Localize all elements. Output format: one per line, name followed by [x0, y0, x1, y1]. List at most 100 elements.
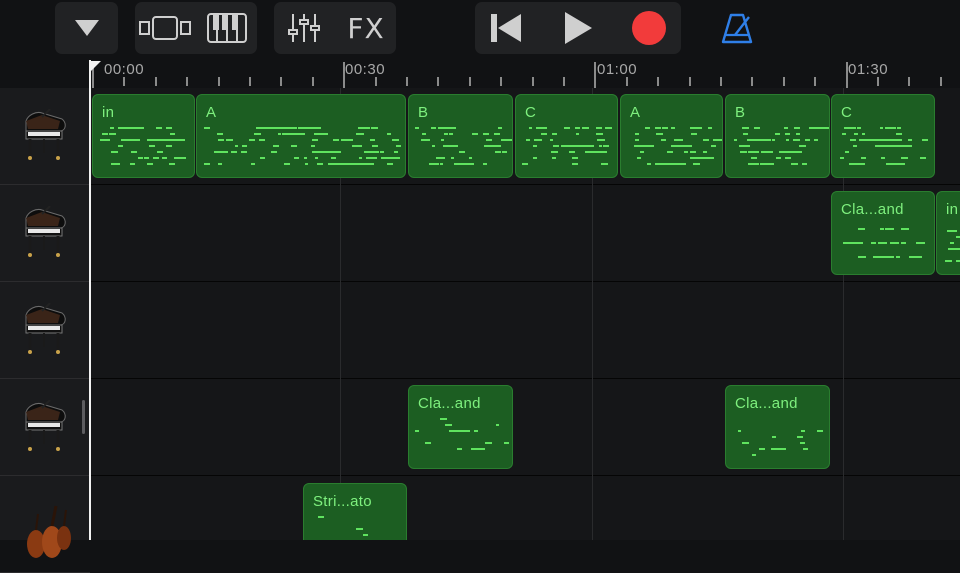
midi-note: [890, 242, 899, 244]
midi-note: [429, 163, 437, 165]
midi-note: [639, 151, 645, 153]
midi-note: [861, 157, 866, 159]
midi-region[interactable]: C: [515, 94, 618, 178]
skip-back-icon: [491, 14, 521, 42]
midi-note: [254, 133, 261, 135]
midi-note: [669, 163, 674, 165]
midi-region[interactable]: Cla...and: [408, 385, 513, 469]
browser-dropdown-button[interactable]: [55, 2, 118, 54]
midi-note: [907, 139, 912, 141]
midi-region[interactable]: Cla...and: [831, 191, 935, 275]
midi-region[interactable]: in: [92, 94, 195, 178]
ruler-tick: [625, 77, 628, 86]
midi-region[interactable]: Cla...and: [725, 385, 830, 469]
track-header-5[interactable]: [0, 476, 90, 573]
midi-note: [203, 163, 210, 165]
midi-region[interactable]: C: [831, 94, 935, 178]
mixer-button[interactable]: [274, 2, 334, 54]
midi-note: [291, 145, 298, 147]
midi-note: [674, 139, 678, 141]
midi-note: [760, 163, 775, 165]
midi-note: [752, 454, 756, 456]
track-header-1[interactable]: [0, 88, 90, 185]
midi-note: [533, 145, 538, 147]
midi-region[interactable]: Stri...ato: [303, 483, 407, 540]
midi-note: [752, 163, 760, 165]
midi-note: [415, 127, 419, 129]
track-lane-3[interactable]: [90, 282, 960, 380]
midi-note: [303, 157, 308, 159]
header-resize-handle[interactable]: [82, 400, 85, 434]
midi-note: [441, 139, 445, 141]
midi-note: [293, 157, 299, 159]
midi-note: [583, 145, 595, 147]
midi-note: [759, 448, 765, 450]
midi-note: [445, 424, 452, 426]
play-button[interactable]: [545, 2, 611, 54]
go-to-beginning-button[interactable]: [475, 2, 537, 54]
grand-piano-icon: [25, 206, 66, 257]
ruler-tick: [249, 77, 251, 86]
track-header-4[interactable]: [0, 379, 90, 476]
midi-note: [469, 157, 473, 159]
midi-note: [321, 133, 328, 135]
midi-note: [379, 151, 384, 153]
midi-note: [241, 151, 247, 153]
track-lane-2[interactable]: [90, 185, 960, 283]
midi-note: [137, 157, 143, 159]
midi-note: [601, 163, 608, 165]
region-name: A: [630, 104, 641, 121]
tracks-view-button[interactable]: [135, 2, 195, 54]
midi-region[interactable]: in: [936, 191, 960, 275]
midi-note: [848, 127, 856, 129]
midi-note: [804, 139, 810, 141]
region-name: Cla...and: [735, 395, 798, 412]
playhead-handle[interactable]: [89, 61, 101, 73]
midi-note: [226, 139, 234, 141]
midi-note: [473, 430, 478, 432]
ruler-tick: [374, 77, 377, 86]
midi-region[interactable]: B: [408, 94, 513, 178]
midi-note: [532, 157, 537, 159]
midi-region[interactable]: A: [620, 94, 723, 178]
midi-note: [146, 163, 153, 165]
ruler-tick: [657, 77, 660, 86]
midi-note: [317, 516, 325, 518]
midi-note: [582, 127, 586, 129]
midi-note: [270, 151, 277, 153]
midi-note: [816, 430, 824, 432]
ruler-tick: [877, 77, 879, 86]
midi-note: [791, 163, 798, 165]
metronome-button[interactable]: [712, 2, 762, 54]
midi-note: [431, 127, 436, 129]
timeline-ruler[interactable]: 00:00 00:30 01:00 01:30: [90, 60, 960, 88]
midi-note: [552, 133, 558, 135]
midi-region[interactable]: B: [725, 94, 830, 178]
midi-region[interactable]: A: [196, 94, 406, 178]
midi-note: [257, 127, 282, 129]
midi-note: [218, 163, 222, 165]
midi-note: [647, 163, 652, 165]
track-lane-5[interactable]: [90, 476, 960, 540]
fx-button[interactable]: FX: [336, 2, 396, 54]
playhead[interactable]: [89, 60, 91, 540]
midi-note: [784, 127, 788, 129]
record-button[interactable]: [617, 2, 681, 54]
ruler-tick: [154, 77, 157, 86]
track-header-3[interactable]: [0, 282, 90, 379]
midi-note: [852, 145, 858, 147]
keyboard-button[interactable]: [197, 2, 257, 54]
midi-note: [696, 127, 703, 129]
midi-note: [284, 163, 290, 165]
midi-note: [793, 139, 801, 141]
midi-note: [277, 133, 281, 135]
track-header-2[interactable]: [0, 185, 90, 282]
midi-note: [356, 528, 363, 530]
midi-note: [861, 139, 868, 141]
region-name: Stri...ato: [313, 493, 372, 510]
midi-note: [312, 139, 318, 141]
midi-note: [486, 139, 492, 141]
midi-note: [912, 256, 920, 258]
tracks-area[interactable]: in A B C A B C Cla...and in Cla...and Cl…: [90, 88, 960, 540]
ruler-tick: [468, 77, 471, 86]
